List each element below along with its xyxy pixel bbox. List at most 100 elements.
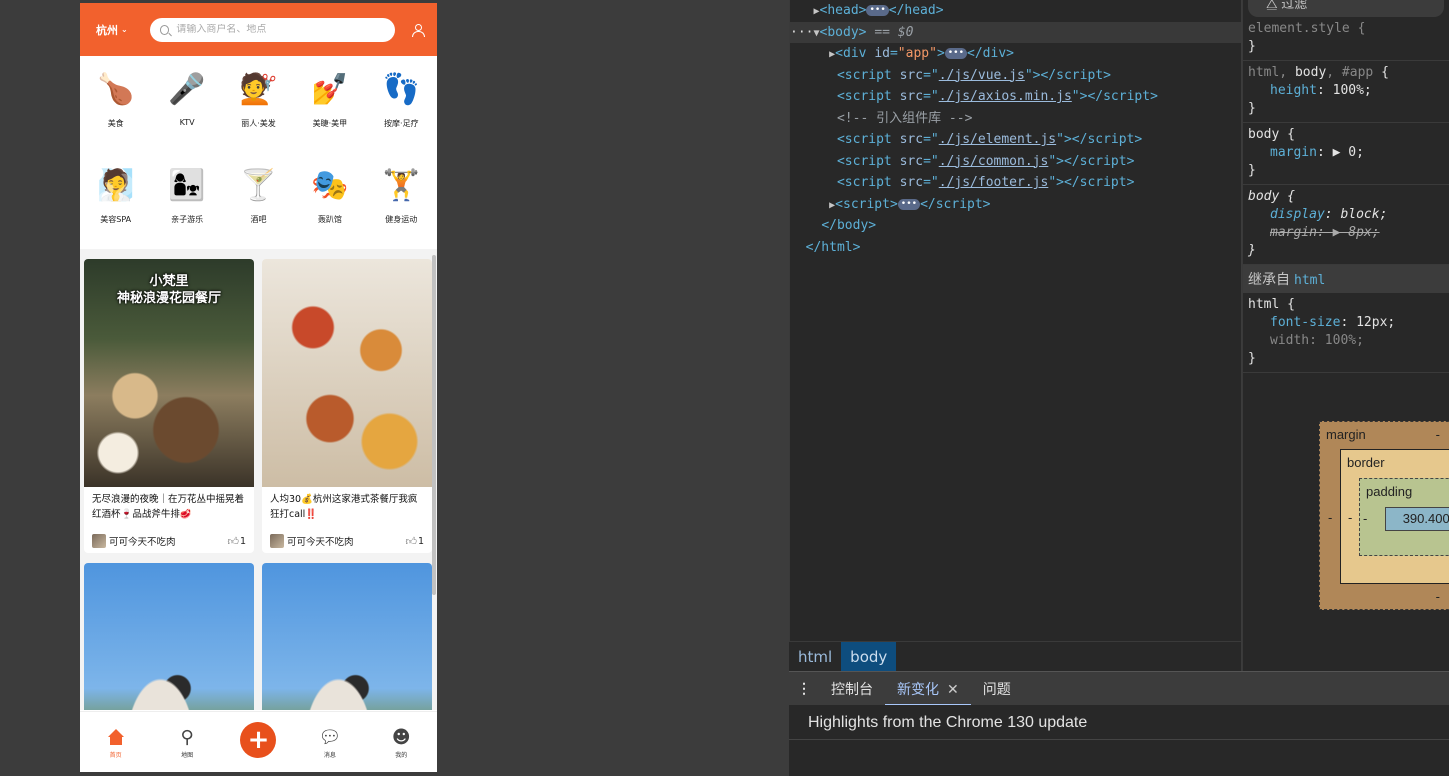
dom-node-body[interactable]: ···▼<body> == $0 xyxy=(790,21,1241,43)
style-rule[interactable]: body {display: block; margin: ▶ 8px;} xyxy=(1243,185,1449,265)
style-rule[interactable]: body {margin: ▶ 0;} xyxy=(1243,123,1449,185)
tab-profile[interactable]: ☻ 我的 xyxy=(376,726,426,760)
post-card[interactable]: 小梵里 神秘浪漫花园餐厅 无尽浪漫的夜晚｜在万花丛中摇晃着红酒杯🍷品战斧牛排🥩 可… xyxy=(84,259,254,553)
post-image-caption: 小梵里 神秘浪漫花园餐厅 xyxy=(84,273,254,307)
avatar[interactable] xyxy=(270,534,284,548)
post-image: 小梵里 神秘浪漫花园餐厅 xyxy=(84,259,254,487)
script-src-link[interactable]: ./js/footer.js xyxy=(939,175,1049,190)
thumbs-up-icon: 👍︎ xyxy=(227,534,239,548)
category-hair[interactable]: 💇 丽人·美发 xyxy=(223,64,294,160)
like-button[interactable]: 👍︎ 1 xyxy=(227,535,246,548)
category-label: 按摩·足疗 xyxy=(384,119,419,128)
dom-node-script[interactable]: <script src="./js/element.js"></script> xyxy=(790,129,1241,151)
dom-node-body-close: </body> xyxy=(821,218,877,233)
elements-panel: ▶<head> ••• </head> ···▼<body> == $0 ▶<div… xyxy=(789,0,1241,641)
dom-node-script-inline[interactable]: ▶<script> ••• </script> xyxy=(790,194,1241,216)
home-icon xyxy=(105,726,127,748)
category-label: KTV xyxy=(179,118,195,127)
close-icon[interactable]: ✕ xyxy=(947,681,959,697)
tab-issues[interactable]: 问题 xyxy=(971,672,1023,706)
category-food[interactable]: 🍗 美食 xyxy=(80,64,151,160)
script-src-link[interactable]: ./js/vue.js xyxy=(939,68,1025,83)
tab-map[interactable]: ⚲ 地图 xyxy=(162,726,212,760)
category-spa[interactable]: 🧖 美容SPA xyxy=(80,160,151,256)
box-model-padding: padding - - - 390.400× xyxy=(1359,478,1449,556)
category-label: 亲子游乐 xyxy=(171,215,204,224)
post-author[interactable]: 可可今天不吃肉 xyxy=(287,534,405,548)
like-button[interactable]: 👍︎ 1 xyxy=(405,535,424,548)
tab-publish[interactable]: + xyxy=(233,722,283,758)
post-title: 无尽浪漫的夜晚｜在万花丛中摇晃着红酒杯🍷品战斧牛排🥩 xyxy=(92,494,245,520)
thumbs-up-icon: 👍︎ xyxy=(405,534,417,548)
city-selector[interactable]: 杭州 ⌄ xyxy=(96,22,150,38)
face-mask-icon: 🧖 xyxy=(97,167,135,203)
tab-console[interactable]: 控制台 xyxy=(819,672,885,706)
search-input[interactable] xyxy=(176,24,385,35)
script-src-link[interactable]: ./js/common.js xyxy=(939,154,1049,169)
box-model-diagram: margin - - - border - - - padding - - - … xyxy=(1319,421,1449,610)
tab-whats-new-label: 新变化 xyxy=(897,680,939,697)
search-icon xyxy=(160,24,170,35)
html-comment: <!-- 引入组件库 --> xyxy=(836,110,973,126)
box-model-content[interactable]: 390.400× xyxy=(1385,507,1449,531)
category-bar[interactable]: 🍸 酒吧 xyxy=(223,160,294,256)
category-fitness[interactable]: 🏋 健身运动 xyxy=(366,160,437,256)
whats-new-headline[interactable]: Highlights from the Chrome 130 update xyxy=(789,705,1449,740)
user-icon[interactable] xyxy=(411,23,425,37)
app-header: 杭州 ⌄ xyxy=(80,3,437,56)
scrollbar[interactable] xyxy=(432,255,436,595)
script-src-link[interactable]: ./js/element.js xyxy=(939,132,1056,147)
script-src-link[interactable]: ./js/axios.min.js xyxy=(939,89,1072,104)
category-label: 酒吧 xyxy=(250,215,267,224)
ellipsis-icon[interactable]: ••• xyxy=(866,5,889,16)
search-bar[interactable] xyxy=(150,17,395,42)
ellipsis-icon[interactable]: ••• xyxy=(944,48,968,59)
dom-node-script[interactable]: <script src="./js/vue.js"></script> xyxy=(790,65,1241,87)
post-card[interactable] xyxy=(84,563,254,710)
post-card[interactable] xyxy=(262,563,432,710)
dom-node-script[interactable]: <script src="./js/footer.js"></script> xyxy=(790,172,1241,194)
cocktail-icon: 🍸 xyxy=(239,167,278,203)
category-family[interactable]: 👩‍👧 亲子游乐 xyxy=(151,160,222,256)
post-feed[interactable]: 小梵里 神秘浪漫花园餐厅 无尽浪漫的夜晚｜在万花丛中摇晃着红酒杯🍷品战斧牛排🥩 可… xyxy=(80,255,437,710)
breadcrumb-body[interactable]: body xyxy=(841,642,897,671)
tab-home[interactable]: 首页 xyxy=(91,726,141,759)
category-label: 丽人·美发 xyxy=(241,119,276,128)
post-card[interactable]: 人均30💰杭州这家港式茶餐厅我疯狂打call‼️ 可可今天不吃肉 👍︎ 1 xyxy=(262,259,432,553)
like-count: 1 xyxy=(417,535,424,547)
plus-icon[interactable]: + xyxy=(240,722,277,758)
avatar[interactable] xyxy=(92,534,106,548)
post-meta: 可可今天不吃肉 👍︎ 1 xyxy=(84,529,254,553)
tab-label: 我的 xyxy=(395,752,408,759)
category-ktv[interactable]: 🎤 KTV xyxy=(151,64,222,160)
dom-node-comment[interactable]: <!-- 引入组件库 --> xyxy=(790,108,1241,130)
more-options-icon[interactable]: ⋮ xyxy=(789,680,819,697)
inherited-header: 继承自 html xyxy=(1243,265,1449,293)
style-rule[interactable]: element.style {} xyxy=(1243,17,1449,61)
post-author[interactable]: 可可今天不吃肉 xyxy=(109,534,227,548)
category-massage[interactable]: 👣 按摩·足疗 xyxy=(366,64,437,160)
category-label: 轰趴馆 xyxy=(317,215,342,224)
category-party[interactable]: 🎭 轰趴馆 xyxy=(294,160,365,256)
inherited-tag[interactable]: html xyxy=(1294,273,1325,288)
ellipsis-icon[interactable]: ••• xyxy=(897,198,921,210)
chevron-down-icon: ⌄ xyxy=(121,25,128,34)
dom-node-app[interactable]: ▶<div id="app"> ••• </div> xyxy=(790,43,1241,65)
margin-value: - xyxy=(1435,589,1440,604)
dom-node-script[interactable]: <script src="./js/axios.min.js"></script… xyxy=(790,86,1241,108)
inherited-from-label: 继承自 xyxy=(1248,271,1290,287)
breadcrumb-html[interactable]: html xyxy=(789,642,841,671)
tab-whats-new[interactable]: 新变化 ✕ xyxy=(885,672,971,706)
category-nails[interactable]: 💅 美睫·美甲 xyxy=(294,64,365,160)
food-icon: 🍗 xyxy=(97,71,135,107)
style-rule[interactable]: html, body, #app {height: 100%;} xyxy=(1243,61,1449,123)
post-image xyxy=(262,259,432,487)
drawer-tabbar: ⋮ 控制台 新变化 ✕ 问题 xyxy=(789,671,1449,706)
tab-messages[interactable]: 💬︎ 消息 xyxy=(305,726,355,760)
dom-node-head[interactable]: ▶<head> ••• </head> xyxy=(790,0,1241,22)
category-label: 美容SPA xyxy=(100,215,132,224)
tab-label: 首页 xyxy=(109,752,122,759)
dom-node-script[interactable]: <script src="./js/common.js"></script> xyxy=(790,151,1241,173)
style-rule[interactable]: html {font-size: 12px; width: 100%;} xyxy=(1243,293,1449,373)
styles-filter[interactable]: ⧋ 过滤 xyxy=(1248,0,1444,17)
